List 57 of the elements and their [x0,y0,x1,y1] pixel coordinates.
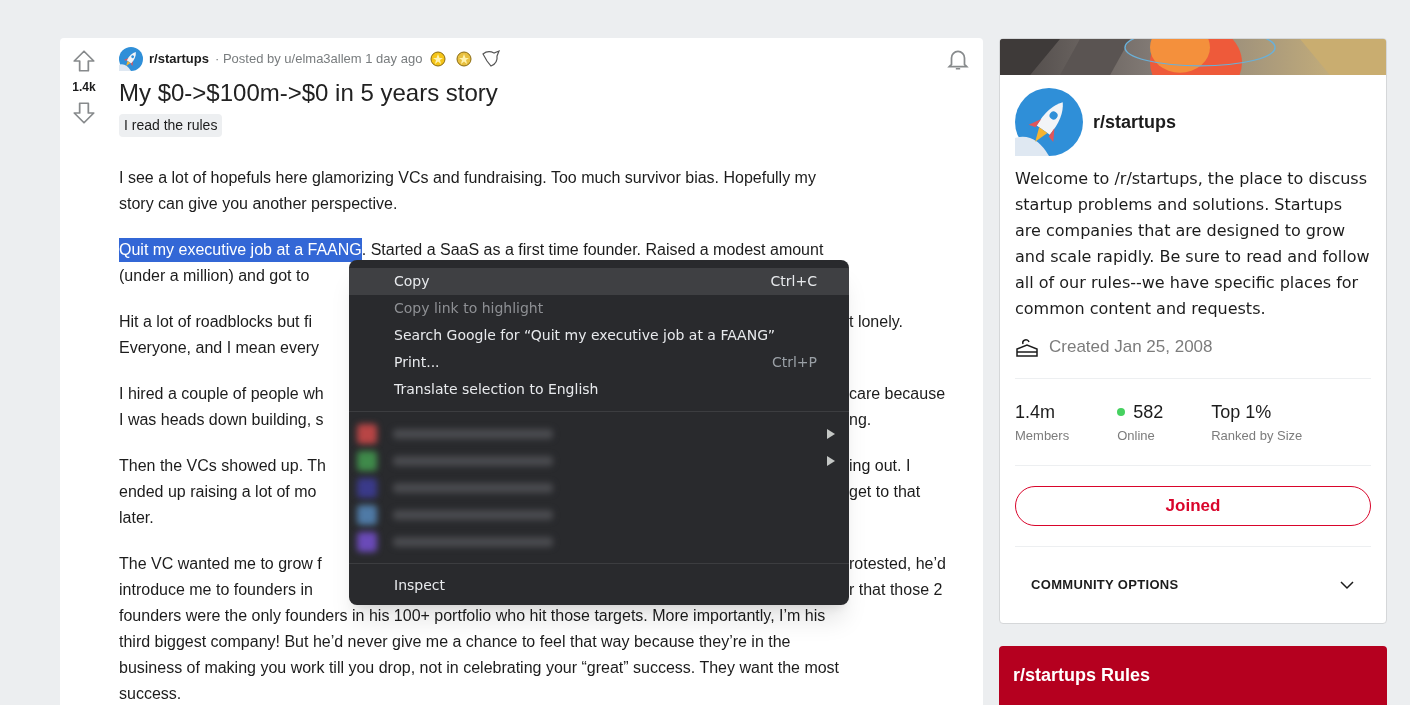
body-text: business of making you work till you drop, not in celebrating your “great” success. They want the most [119,658,840,678]
community-options-toggle[interactable]: COMMUNITY OPTIONS [1015,547,1371,623]
body-text: get to that [849,482,921,502]
stat-value: 582 [1117,398,1164,426]
stat-value: 1.4m [1015,400,1057,424]
body-text: Then the VCs showed up. Th [119,456,326,476]
created-date: Created Jan 25, 2008 [1049,336,1213,359]
vote-count: 1.4k [72,79,96,96]
community-name: r/startups [1093,110,1177,134]
downvote-icon[interactable] [71,100,97,126]
community-description: Welcome to /r/startups, the place to discuss startup problems and solutions. Startups are companies that are designed to grow and scale rapidly. Be sure to read and follow all of our rules--we have specific places for common content and requests. [1015,168,1371,321]
body-text: care because [849,384,946,404]
shortcut-text: Ctrl+P [771,353,817,372]
body-text: success. [119,684,182,704]
menu-item[interactable]: Copy Ctrl+C [349,268,849,295]
menu-item[interactable]: Print... Ctrl+P [349,349,849,376]
body-text: t lonely. [849,312,903,332]
body-text: third biggest company! But he’d never give me a chance to feel that way because they’re in the [119,632,791,652]
community-avatar [1015,88,1083,157]
stat-value: Top 1% [1211,400,1273,424]
rules-title: r/startups Rules [1013,663,1151,687]
subreddit-avatar [119,47,143,71]
post-meta: · Posted by u/elma3allem 1 day ago [214,50,423,69]
submenu-arrow-icon [827,428,835,439]
post-title: My $0->$100m->$0 in 5 years story [119,78,499,108]
body-text: later. [119,508,154,528]
body-text: ing out. I [849,456,911,476]
chevron-down-icon [1339,579,1355,590]
body-text: introduce me to founders in [119,580,313,600]
body-text: story can give you another perspective. [119,194,398,214]
upvote-icon[interactable] [71,48,97,74]
selected-text: Quit my executive job at a FAANG [119,238,362,262]
flair-tag[interactable]: I read the rules [119,114,223,137]
body-text: Everyone, and I mean every [119,338,320,358]
menu-item[interactable]: Translate selection to English [349,376,849,403]
body-text: I see a lot of hopefuls here glamorizing VCs and fundraising. Too much survivor bias. Hopefully my [119,168,816,188]
submenu-arrow-icon [827,455,835,466]
stat-label: Online [1117,426,1156,445]
body-text: ng. [849,410,872,430]
body-text: . Started a SaaS as a first time founder. Raised a modest amount [361,240,824,260]
shortcut-text: Ctrl+C [770,272,817,291]
body-text: founders were the only founders in his 100+ portfolio who hit those targets. More importantly, I’m his [119,606,826,626]
body-text: (under a million) and got to [119,266,310,286]
body-text: I was heads down building, s [119,410,324,430]
body-text: ended up raising a lot of mo [119,482,317,502]
body-text: I hired a couple of people wh [119,384,324,404]
award-icon [428,49,449,69]
body-text: rotested, he’d [849,554,946,574]
menu-item[interactable]: Search Google for “Quit my executive job at a FAANG” [349,322,849,349]
stat-label: Members [1015,426,1070,445]
body-text: The VC wanted me to grow f [119,554,322,574]
menu-item[interactable]: Inspect [349,572,849,599]
award-icon [454,49,475,69]
stat-label: Ranked by Size [1211,426,1303,445]
body-text: Hit a lot of roadblocks but fi [119,312,312,332]
body-text: r that those 2 [849,580,943,600]
subreddit-link[interactable]: r/startups [149,49,209,69]
